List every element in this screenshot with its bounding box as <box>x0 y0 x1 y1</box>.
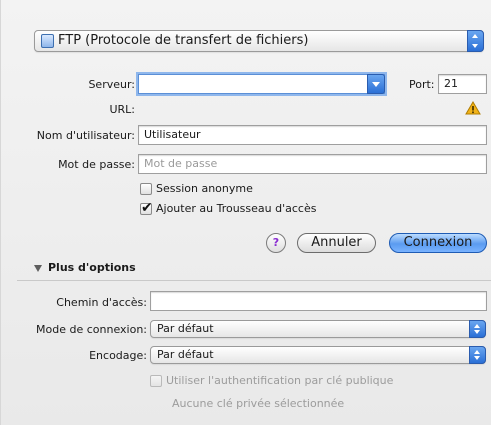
username-field[interactable]: Utilisateur <box>138 125 487 145</box>
more-options-title[interactable]: Plus d'options <box>48 261 136 274</box>
server-label: Serveur: <box>88 78 135 91</box>
protocol-value: FTP (Protocole de transfert de fichiers) <box>58 33 309 48</box>
connect-dialog: FTP (Protocole de transfert de fichiers)… <box>0 0 491 425</box>
checkmark-icon: ✔ <box>141 200 153 216</box>
encoding-value: Par défaut <box>157 348 214 361</box>
cancel-button[interactable]: Annuler <box>297 233 376 253</box>
chevron-updown-icon <box>469 320 486 338</box>
encoding-label: Encodage: <box>89 349 147 362</box>
anonymous-checkbox[interactable] <box>140 183 152 195</box>
port-label: Port: <box>409 78 435 91</box>
password-placeholder: Mot de passe <box>144 157 218 170</box>
ftp-icon <box>41 34 54 48</box>
server-combo-field[interactable] <box>138 74 385 94</box>
password-field[interactable]: Mot de passe <box>138 154 487 174</box>
mode-value: Par défaut <box>157 322 214 335</box>
chevron-updown-icon <box>467 30 484 52</box>
mode-label: Mode de connexion: <box>36 323 147 336</box>
port-value: 21 <box>444 77 458 90</box>
options-divider <box>17 280 491 281</box>
keychain-label: Ajouter au Trousseau d'accès <box>156 202 317 215</box>
public-key-label: Utiliser l'authentification par clé publ… <box>166 374 394 387</box>
port-field[interactable]: 21 <box>438 74 487 94</box>
connect-label: Connexion <box>403 235 473 250</box>
combo-dropdown-button[interactable] <box>367 74 385 94</box>
help-glyph: ? <box>272 236 280 249</box>
chevron-down-icon <box>372 82 380 87</box>
warning-triangle-icon <box>465 101 481 115</box>
encoding-popup[interactable]: Par défaut <box>150 346 486 364</box>
public-key-checkbox[interactable] <box>150 375 162 387</box>
path-field[interactable] <box>150 291 487 311</box>
username-label: Nom d'utilisateur: <box>36 129 135 142</box>
protocol-popup[interactable]: FTP (Protocole de transfert de fichiers) <box>34 30 484 52</box>
connection-mode-popup[interactable]: Par défaut <box>150 320 486 338</box>
url-label: URL: <box>109 103 135 116</box>
chevron-updown-icon <box>469 346 486 364</box>
disclosure-triangle-icon[interactable] <box>34 265 42 272</box>
keychain-checkbox[interactable]: ✔ <box>140 200 153 216</box>
anonymous-label: Session anonyme <box>156 182 253 195</box>
username-value: Utilisateur <box>144 128 201 141</box>
path-label: Chemin d'accès: <box>56 296 147 309</box>
no-private-key-text: Aucune clé privée sélectionnée <box>172 397 345 410</box>
connect-button[interactable]: Connexion <box>389 233 487 253</box>
password-label: Mot de passe: <box>58 158 135 171</box>
help-button[interactable]: ? <box>266 233 286 253</box>
cancel-label: Annuler <box>311 235 362 250</box>
